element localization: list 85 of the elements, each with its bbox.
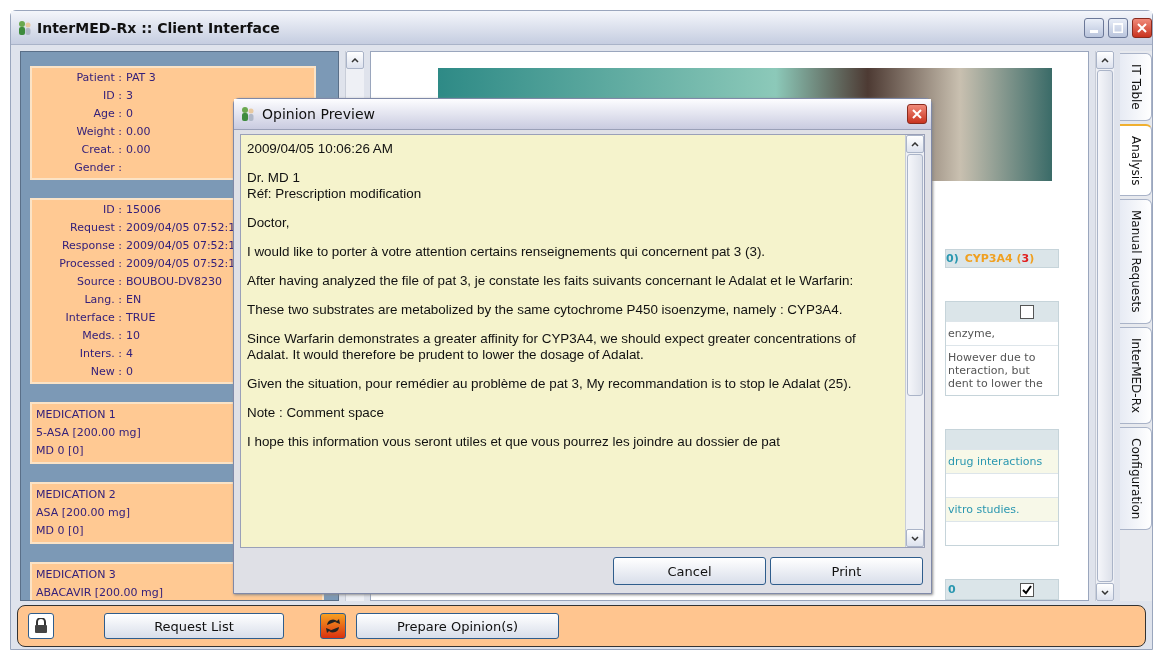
medication-prescriber: MD 0 [0] xyxy=(36,523,84,539)
letter-paragraph: Dr. MD 1 Réf: Prescription modification xyxy=(247,170,423,202)
close-icon xyxy=(1137,22,1147,33)
side-tab[interactable]: InterMED-Rx xyxy=(1120,326,1152,424)
medication-title: MEDICATION 3 xyxy=(36,567,116,583)
letter-paragraph: These two substrates are metabolized by the same cytochrome P450 isoenzyme, namely : CYP3A4. xyxy=(247,302,844,318)
field-label: Inters. : xyxy=(78,346,122,362)
side-tab[interactable]: Manual Requests xyxy=(1120,199,1152,324)
field-value: 4 xyxy=(126,346,133,362)
side-tab[interactable]: Configuration xyxy=(1120,426,1152,531)
medication-drug: ASA [200.00 mg] xyxy=(36,505,130,521)
checkbox[interactable] xyxy=(1020,582,1035,597)
field-value: 0 xyxy=(126,106,133,122)
field-label: ID : xyxy=(102,202,122,218)
scroll-up-icon xyxy=(911,141,919,147)
table-row: enzyme, xyxy=(946,321,1059,345)
field-value: 2009/04/05 07:52:1 xyxy=(126,220,236,236)
letter-paragraph: After having analyzed the file of pat 3, je constate les faits suivants concernant le Adalat et le Warfarin: xyxy=(247,273,855,289)
letter-paragraph: Doctor, xyxy=(247,215,291,231)
field-label: Creat. : xyxy=(80,142,122,158)
minimize-button[interactable] xyxy=(1084,17,1104,38)
maximize-button[interactable] xyxy=(1108,17,1128,38)
field-label: Patient : xyxy=(75,70,122,86)
app-icon xyxy=(240,106,256,122)
field-label: Processed : xyxy=(58,256,122,272)
field-label: ID : xyxy=(102,88,122,104)
field-value: 0.00 xyxy=(126,142,151,158)
field-label: Gender : xyxy=(73,160,122,176)
letter-paragraph: Since Warfarin demonstrates a greater affinity for CYP3A4, we should expect greater concentrations of Adalat. It would therefore be prudent to lower the dosage of Adalat. xyxy=(247,331,857,363)
prepare-opinion-button[interactable]: Prepare Opinion(s) xyxy=(356,613,559,639)
letter-paragraph: Given the situation, pour remédier au problème de pat 3, My recommandation is to stop le Adalat (25). xyxy=(247,376,853,392)
medication-drug: ABACAVIR [200.00 mg] xyxy=(36,585,164,600)
dialog-title: Opinion Preview xyxy=(262,106,376,122)
field-value: 3 xyxy=(126,88,133,104)
dialog-button[interactable]: Print xyxy=(770,557,923,585)
field-value: 0.00 xyxy=(126,124,151,140)
field-value: 15006 xyxy=(126,202,161,218)
field-label: Request : xyxy=(69,220,122,236)
request-list-button[interactable]: Request List xyxy=(104,613,284,639)
medication-prescriber: MD 0 [0] xyxy=(36,443,84,459)
table-row: vitro studies. xyxy=(946,497,1059,521)
field-value: 10 xyxy=(126,328,140,344)
checkbox[interactable] xyxy=(1020,304,1035,319)
medication-drug: 5-ASA [200.00 mg] xyxy=(36,425,141,441)
table-row: However due to nteraction, but dent to lower the xyxy=(946,345,1059,395)
table-row: drug interactions xyxy=(946,449,1059,473)
scroll-up-icon xyxy=(351,57,360,63)
refresh-icon[interactable] xyxy=(320,613,346,639)
field-label: Age : xyxy=(92,106,122,122)
maximize-icon xyxy=(1113,22,1123,33)
field-value: TRUE xyxy=(126,310,156,326)
close-icon xyxy=(912,109,922,119)
scroll-up-icon xyxy=(1101,57,1110,63)
field-label: Response : xyxy=(60,238,122,254)
summary-tab[interactable]: CYP3A4 (3) xyxy=(964,252,1035,265)
field-value: 2009/04/05 07:52:1 xyxy=(126,256,236,272)
side-tab[interactable]: IT Table xyxy=(1120,53,1152,121)
field-label: Meds. : xyxy=(81,328,122,344)
field-value: 2009/04/05 07:52:1 xyxy=(126,238,236,254)
app-icon xyxy=(17,19,33,36)
lock-icon[interactable] xyxy=(28,613,54,639)
letter-paragraph: 2009/04/05 10:06:26 AM xyxy=(247,141,394,157)
medication-title: MEDICATION 2 xyxy=(36,487,116,503)
scrollbar[interactable] xyxy=(905,135,924,547)
field-value: PAT 3 xyxy=(126,70,156,86)
field-value: EN xyxy=(126,292,142,308)
close-button[interactable] xyxy=(907,104,927,124)
field-label: Weight : xyxy=(75,124,122,140)
field-label: Source : xyxy=(76,274,122,290)
minimize-icon xyxy=(1090,29,1098,33)
header-label: 0 xyxy=(948,583,956,596)
side-tab[interactable]: Analysis xyxy=(1120,123,1152,197)
field-value: 0 xyxy=(126,364,133,380)
field-label: New : xyxy=(89,364,122,380)
medication-title: MEDICATION 1 xyxy=(36,407,116,423)
field-label: Lang. : xyxy=(83,292,122,308)
scroll-down-icon xyxy=(911,535,919,541)
field-value: BOUBOU-DV8230 xyxy=(126,274,222,290)
window-title: InterMED-Rx :: Client Interface xyxy=(37,19,281,36)
field-label: Interface : xyxy=(64,310,122,326)
dialog-button[interactable]: Cancel xyxy=(613,557,766,585)
scrollbar[interactable] xyxy=(1095,51,1115,601)
letter-paragraph: I would like to porter à votre attention certains renseignements qui concernent pat 3 (3). xyxy=(247,244,767,260)
scroll-down-icon xyxy=(1101,589,1110,595)
close-button[interactable] xyxy=(1132,17,1152,38)
